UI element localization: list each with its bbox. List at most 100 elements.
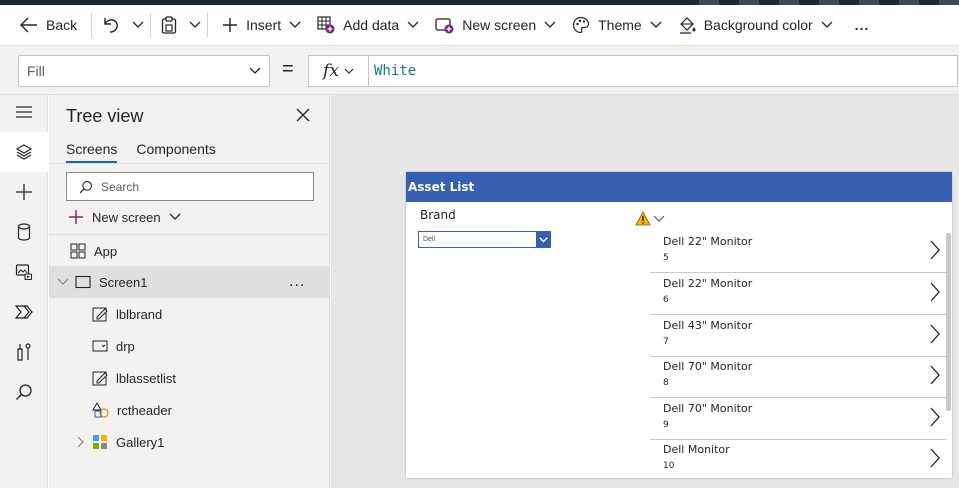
back-button[interactable]: Back <box>0 5 85 45</box>
tab-components[interactable]: Components <box>136 141 215 163</box>
formula-input[interactable]: White <box>369 63 416 79</box>
tree-node-screen1[interactable]: Screen1 ... <box>49 266 330 298</box>
tree-view-rail-button[interactable] <box>0 132 48 172</box>
property-selector[interactable]: Fill <box>18 55 270 87</box>
add-data-button[interactable]: Add data <box>309 5 427 45</box>
paste-button[interactable] <box>153 5 185 45</box>
gallery-item-title: Dell Monitor <box>663 443 730 456</box>
power-automate-icon <box>15 305 33 319</box>
tree-search-input[interactable]: Search <box>66 172 314 201</box>
search-icon <box>16 384 32 400</box>
tree-node-lblassetlist[interactable]: lblassetlist <box>49 362 330 394</box>
new-screen-tree-button[interactable]: New screen <box>68 206 181 228</box>
left-rail <box>0 95 48 488</box>
chevron-right-icon[interactable] <box>930 324 940 344</box>
insert-rail-button[interactable] <box>0 172 48 212</box>
gallery-row[interactable]: Dell 22" Monitor 6 <box>650 273 946 315</box>
gallery-item-subtitle: 5 <box>663 253 669 263</box>
brand-dropdown[interactable]: Dell <box>418 231 551 248</box>
toolbar-separator <box>150 13 152 37</box>
undo-menu-button[interactable] <box>128 5 148 45</box>
collapse-chevron-icon[interactable] <box>57 278 69 286</box>
tools-icon <box>17 343 31 361</box>
new-screen-label: New screen <box>462 17 537 33</box>
media-icon <box>15 264 33 281</box>
tree-node-label: drp <box>116 338 135 354</box>
tools-rail-button[interactable] <box>0 332 48 372</box>
app-icon <box>70 243 86 259</box>
insert-button[interactable]: Insert <box>214 5 309 45</box>
gallery-item-subtitle: 10 <box>663 461 675 471</box>
chevron-down-icon <box>821 21 833 28</box>
database-icon <box>17 223 31 241</box>
tab-screens[interactable]: Screens <box>66 141 118 163</box>
gallery-item-subtitle: 7 <box>663 337 669 347</box>
chevron-down-icon <box>653 215 665 222</box>
brand-label[interactable]: Brand <box>420 208 456 222</box>
gallery-row[interactable]: Dell Monitor 10 <box>650 439 946 478</box>
more-commands-button[interactable]: ... <box>841 5 878 45</box>
tree-view-tabs: Screens Components <box>66 141 216 163</box>
theme-label: Theme <box>598 17 642 33</box>
paste-menu-button[interactable] <box>185 5 205 45</box>
tree-node-app[interactable]: App <box>49 235 330 267</box>
data-rail-button[interactable] <box>0 212 48 252</box>
expand-chevron-icon[interactable] <box>77 436 84 448</box>
plus-icon <box>69 210 83 224</box>
more-options-icon[interactable]: ... <box>289 273 305 291</box>
close-icon <box>296 108 310 122</box>
gallery-row[interactable]: Dell 43" Monitor 7 <box>650 315 946 357</box>
background-color-label: Background color <box>703 17 813 33</box>
undo-button[interactable] <box>94 5 128 45</box>
formula-bar: Fill = fx White <box>0 45 959 95</box>
hamburger-icon <box>16 106 32 118</box>
tree-node-lblbrand[interactable]: lblbrand <box>49 298 330 330</box>
menu-rail-button[interactable] <box>0 92 48 132</box>
new-screen-icon <box>435 17 454 33</box>
tree-node-gallery1[interactable]: Gallery1 <box>49 426 330 458</box>
gallery1[interactable]: Dell 22" Monitor 5 Dell 22" Monitor 6 De… <box>650 231 952 478</box>
search-rail-button[interactable] <box>0 372 48 412</box>
chevron-right-icon[interactable] <box>930 448 940 468</box>
chevron-down-icon <box>407 21 419 28</box>
equals-sign: = <box>282 58 294 80</box>
fx-button[interactable]: fx <box>309 56 369 86</box>
power-automate-rail-button[interactable] <box>0 292 48 332</box>
search-placeholder: Search <box>101 179 140 194</box>
gallery-scrollbar[interactable] <box>946 233 951 411</box>
asset-list-header[interactable]: Asset List <box>406 172 952 202</box>
new-screen-button[interactable]: New screen <box>427 5 564 45</box>
dropdown-button[interactable] <box>536 232 550 247</box>
chevron-right-icon[interactable] <box>930 240 940 260</box>
chevron-down-icon <box>344 68 354 74</box>
gallery-item-title: Dell 22" Monitor <box>663 277 753 290</box>
chevron-right-icon[interactable] <box>930 365 940 385</box>
function-icon: fx <box>323 61 339 81</box>
background-color-button[interactable]: Background color <box>670 5 841 45</box>
gallery-icon <box>92 434 108 450</box>
paint-bucket-icon <box>679 17 696 34</box>
gallery-item-subtitle: 9 <box>663 420 669 430</box>
app-screen-preview[interactable]: Asset List Brand Dell Dell 22" Monitor 5… <box>406 172 952 478</box>
tree-node-label: rctheader <box>117 402 172 418</box>
gallery-warning[interactable] <box>635 211 665 226</box>
property-value: Fill <box>27 63 45 79</box>
gallery-item-title: Dell 70" Monitor <box>663 402 753 415</box>
close-button[interactable] <box>296 108 310 125</box>
chevron-down-icon <box>650 21 662 28</box>
media-rail-button[interactable] <box>0 252 48 292</box>
warning-icon <box>635 211 651 226</box>
insert-label: Insert <box>246 17 282 33</box>
tree-node-rctheader[interactable]: rctheader <box>49 394 330 426</box>
tree-node-drp[interactable]: drp <box>49 330 330 362</box>
gallery-row[interactable]: Dell 70" Monitor 9 <box>650 398 946 440</box>
screen-icon <box>75 275 91 289</box>
theme-button[interactable]: Theme <box>564 5 670 45</box>
formula-input-wrapper: fx White <box>308 55 958 87</box>
gallery-row[interactable]: Dell 22" Monitor 5 <box>650 231 946 273</box>
gallery-row[interactable]: Dell 70" Monitor 8 <box>650 356 946 398</box>
chevron-right-icon[interactable] <box>930 407 940 427</box>
arrow-left-icon <box>20 17 37 33</box>
tree-node-label: Screen1 <box>99 274 148 290</box>
chevron-right-icon[interactable] <box>930 282 940 302</box>
